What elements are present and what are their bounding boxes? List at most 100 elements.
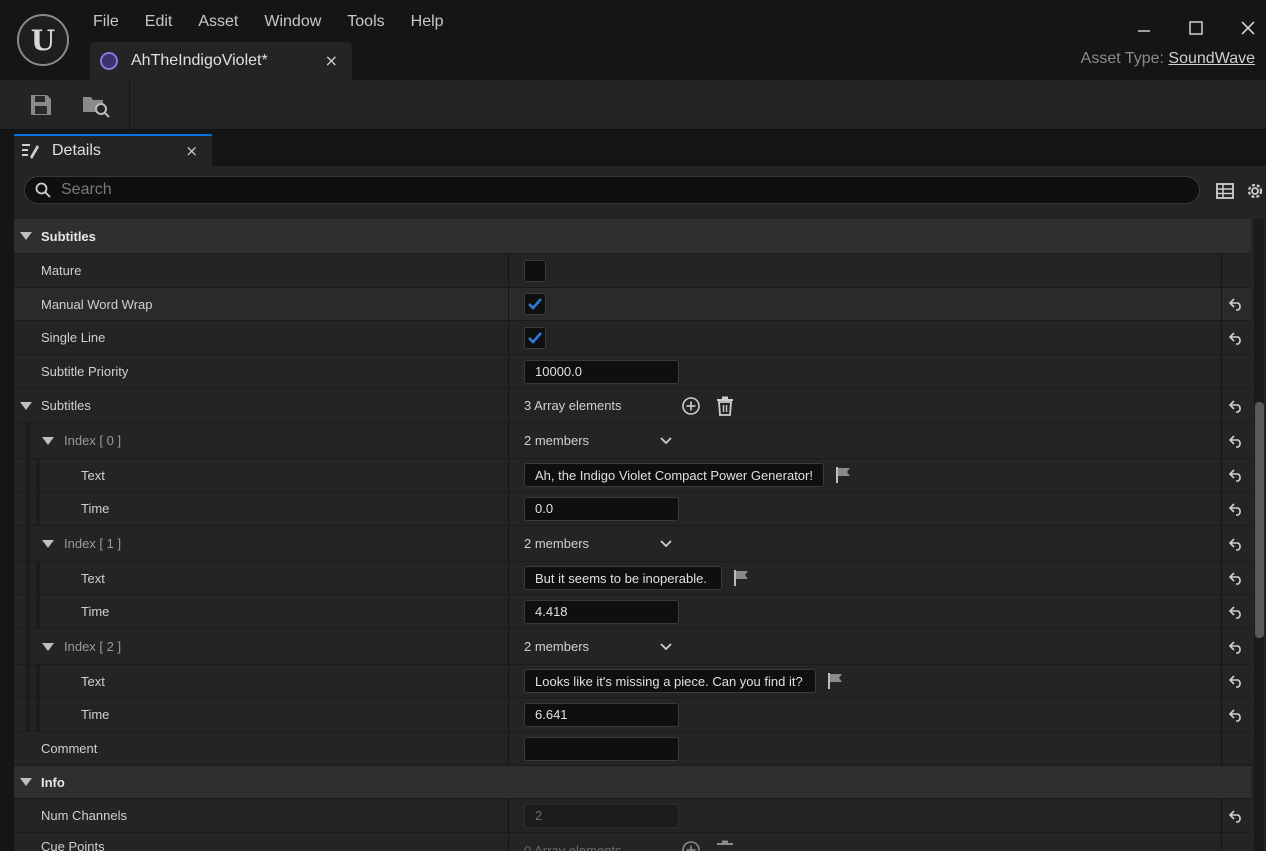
members-count: 2 members bbox=[524, 536, 590, 551]
time-input[interactable]: 6.641 bbox=[524, 702, 679, 727]
num-channels-field: 2 bbox=[524, 803, 679, 828]
table-view-icon[interactable] bbox=[1214, 180, 1236, 202]
search-input[interactable] bbox=[61, 181, 1161, 199]
reset-to-default-icon[interactable] bbox=[1226, 459, 1246, 491]
members-count: 2 members bbox=[524, 433, 590, 448]
menu-window[interactable]: Window bbox=[251, 13, 334, 31]
subtitle-priority-input[interactable]: 10000.0 bbox=[524, 359, 679, 384]
reset-to-default-icon[interactable] bbox=[1226, 288, 1246, 320]
trash-icon[interactable] bbox=[714, 395, 736, 417]
chevron-down-icon[interactable] bbox=[659, 642, 673, 652]
mature-checkbox[interactable] bbox=[524, 259, 546, 282]
manual-word-wrap-checkbox[interactable] bbox=[524, 293, 546, 315]
chevron-down-icon[interactable] bbox=[659, 539, 673, 549]
flag-icon[interactable] bbox=[826, 672, 844, 690]
menu-bar: File Edit Asset Window Tools Help bbox=[80, 8, 457, 36]
close-tab-icon[interactable]: × bbox=[325, 51, 338, 70]
reset-to-default-icon[interactable] bbox=[1226, 321, 1246, 354]
subtitle-text-input[interactable]: Looks like it's missing a piece. Can you… bbox=[524, 669, 816, 693]
prop-label: Comment bbox=[41, 741, 98, 756]
category-subtitles[interactable]: Subtitles bbox=[14, 219, 1251, 254]
add-element-icon[interactable] bbox=[680, 395, 702, 417]
prop-label: Cue Points bbox=[41, 839, 105, 851]
prop-comment: Comment bbox=[14, 732, 1251, 766]
prop-label: Text bbox=[81, 570, 105, 586]
reset-to-default-icon[interactable] bbox=[1226, 526, 1246, 561]
category-info[interactable]: Info bbox=[14, 766, 1251, 799]
array-index-row[interactable]: Index [ 1 ] 2 members bbox=[14, 526, 1251, 562]
toolbar-separator bbox=[129, 80, 130, 130]
prop-cue-points: Cue Points 0 Array elements bbox=[14, 833, 1251, 851]
details-tab-label: Details bbox=[52, 142, 101, 159]
comment-input[interactable] bbox=[524, 736, 679, 761]
prop-subtitles-array[interactable]: Subtitles 3 Array elements bbox=[14, 389, 1251, 423]
reset-to-default-icon[interactable] bbox=[1226, 389, 1246, 422]
collapse-arrow-icon[interactable] bbox=[20, 402, 32, 410]
flag-icon[interactable] bbox=[834, 466, 852, 484]
add-element-icon[interactable] bbox=[680, 839, 702, 851]
subtitle-text-input[interactable]: But it seems to be inoperable. bbox=[524, 566, 722, 590]
collapse-arrow-icon[interactable] bbox=[42, 437, 54, 445]
menu-asset[interactable]: Asset bbox=[185, 13, 251, 31]
prop-mature: Mature bbox=[14, 254, 1251, 288]
flag-icon[interactable] bbox=[732, 569, 750, 587]
check-icon bbox=[528, 331, 542, 344]
entry-text-row: Text Looks like it's missing a piece. Ca… bbox=[14, 665, 1251, 698]
save-icon[interactable] bbox=[25, 90, 57, 120]
close-window-icon[interactable] bbox=[1234, 14, 1262, 42]
menu-help[interactable]: Help bbox=[398, 13, 457, 31]
maximize-icon[interactable] bbox=[1182, 14, 1210, 42]
property-grid: Subtitles Mature Manual Word Wrap Single… bbox=[14, 219, 1251, 851]
prop-label: Text bbox=[81, 467, 105, 483]
collapse-arrow-icon[interactable] bbox=[20, 232, 32, 240]
collapse-arrow-icon[interactable] bbox=[20, 778, 32, 786]
settings-gear-icon[interactable] bbox=[1244, 180, 1266, 202]
index-label: Index [ 0 ] bbox=[64, 433, 122, 448]
single-line-checkbox[interactable] bbox=[524, 326, 546, 349]
subtitle-text-input[interactable]: Ah, the Indigo Violet Compact Power Gene… bbox=[524, 463, 824, 487]
menu-file[interactable]: File bbox=[80, 13, 132, 31]
scrollbar-thumb[interactable] bbox=[1255, 402, 1264, 638]
minimize-icon[interactable] bbox=[1130, 14, 1158, 42]
prop-label: Time bbox=[81, 604, 110, 619]
browse-to-asset-icon[interactable] bbox=[80, 90, 112, 120]
collapse-arrow-icon[interactable] bbox=[42, 643, 54, 651]
entry-text-row: Text Ah, the Indigo Violet Compact Power… bbox=[14, 459, 1251, 492]
asset-document-tab[interactable]: AhTheIndigoViolet* × bbox=[90, 42, 352, 80]
array-count: 0 Array elements bbox=[524, 842, 622, 851]
array-count: 3 Array elements bbox=[524, 398, 622, 413]
reset-to-default-icon[interactable] bbox=[1226, 492, 1246, 525]
prop-subtitle-priority: Subtitle Priority 10000.0 bbox=[14, 355, 1251, 389]
array-index-row[interactable]: Index [ 2 ] 2 members bbox=[14, 629, 1251, 665]
reset-to-default-icon[interactable] bbox=[1226, 629, 1246, 664]
details-panel-tab[interactable]: Details × bbox=[14, 134, 212, 166]
category-label: Info bbox=[41, 774, 65, 790]
trash-icon[interactable] bbox=[714, 839, 736, 851]
index-label: Index [ 2 ] bbox=[64, 639, 122, 654]
array-index-row[interactable]: Index [ 0 ] 2 members bbox=[14, 423, 1251, 459]
reset-to-default-icon[interactable] bbox=[1226, 698, 1246, 731]
collapse-arrow-icon[interactable] bbox=[42, 540, 54, 548]
reset-to-default-icon[interactable] bbox=[1226, 562, 1246, 594]
menu-tools[interactable]: Tools bbox=[334, 13, 397, 31]
search-bar bbox=[24, 176, 1200, 204]
asset-type-link[interactable]: SoundWave bbox=[1168, 50, 1255, 67]
prop-label: Time bbox=[81, 501, 110, 516]
time-input[interactable]: 0.0 bbox=[524, 496, 679, 521]
reset-to-default-icon[interactable] bbox=[1226, 665, 1246, 697]
prop-label: Mature bbox=[41, 263, 82, 278]
entry-text-row: Text But it seems to be inoperable. bbox=[14, 562, 1251, 595]
unreal-logo[interactable]: U bbox=[17, 14, 69, 66]
asset-type-info: Asset Type: SoundWave bbox=[1081, 50, 1255, 68]
chevron-down-icon[interactable] bbox=[659, 436, 673, 446]
entry-time-row: Time 0.0 bbox=[14, 492, 1251, 526]
time-input[interactable]: 4.418 bbox=[524, 599, 679, 624]
close-details-icon[interactable]: × bbox=[185, 142, 198, 160]
menu-edit[interactable]: Edit bbox=[132, 13, 186, 31]
reset-to-default-icon[interactable] bbox=[1226, 595, 1246, 628]
reset-to-default-icon[interactable] bbox=[1226, 799, 1246, 832]
members-count: 2 members bbox=[524, 639, 590, 654]
prop-num-channels: Num Channels 2 bbox=[14, 799, 1251, 833]
reset-to-default-icon[interactable] bbox=[1226, 423, 1246, 458]
asset-type-label: Asset Type: bbox=[1080, 50, 1164, 67]
